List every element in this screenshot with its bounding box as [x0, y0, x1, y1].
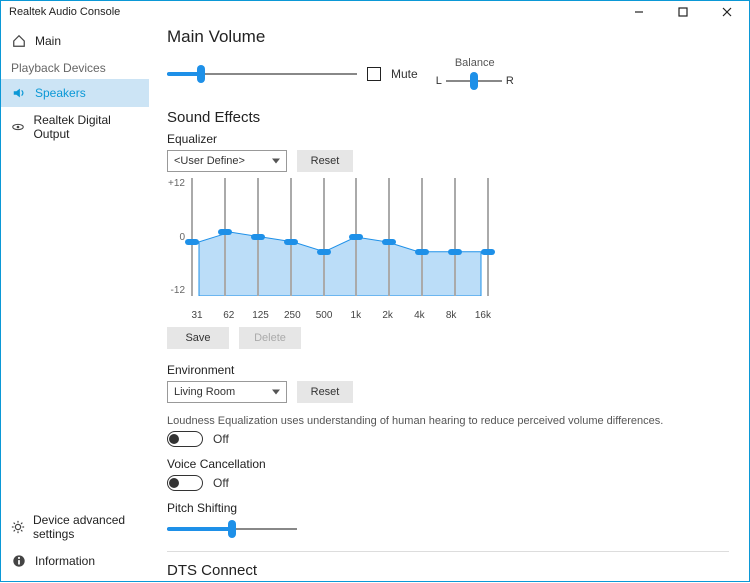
equalizer-preset-select[interactable]: <User Define> [167, 150, 287, 172]
eq-freq-label: 31 [187, 310, 207, 321]
balance-label: Balance [455, 57, 495, 69]
main-volume-slider[interactable] [167, 64, 357, 84]
environment-select[interactable]: Living Room [167, 381, 287, 403]
equalizer-graph [185, 178, 495, 308]
sidebar-section-playback: Playback Devices [1, 55, 149, 79]
eq-band-slider[interactable] [257, 178, 259, 296]
content-area: Main Volume Mute Balance L R [149, 23, 749, 583]
eq-band-slider[interactable] [224, 178, 226, 296]
sidebar-item-label: Realtek Digital Output [33, 113, 139, 141]
sidebar-item-label: Speakers [35, 86, 86, 100]
loudness-state: Off [213, 432, 229, 446]
close-button[interactable] [705, 1, 749, 23]
sidebar-item-information[interactable]: Information [1, 547, 149, 575]
titlebar: Realtek Audio Console [1, 1, 749, 23]
eq-freq-label: 500 [314, 310, 334, 321]
sidebar-item-main[interactable]: Main [1, 27, 149, 55]
eq-freq-label: 250 [282, 310, 302, 321]
eq-freq-label: 125 [251, 310, 271, 321]
gear-icon [11, 519, 25, 535]
window-title: Realtek Audio Console [9, 6, 120, 18]
eq-band-slider[interactable] [487, 178, 489, 296]
eq-scale-mid: 0 [167, 232, 185, 243]
environment-reset-button[interactable]: Reset [297, 381, 353, 403]
sidebar-item-advanced[interactable]: Device advanced settings [1, 507, 149, 547]
environment-label: Environment [167, 363, 729, 377]
sidebar: Main Playback Devices Speakers Realtek D… [1, 23, 149, 583]
balance-slider[interactable] [446, 71, 502, 91]
eq-frequency-labels: 31 62 125 250 500 1k 2k 4k 8k 16k [185, 308, 495, 321]
voice-cancellation-state: Off [213, 476, 229, 490]
eq-band-slider[interactable] [421, 178, 423, 296]
eq-band-slider[interactable] [388, 178, 390, 296]
eq-band-slider[interactable] [290, 178, 292, 296]
eq-freq-label: 8k [441, 310, 461, 321]
voice-cancellation-toggle[interactable] [167, 475, 203, 491]
select-value: <User Define> [174, 155, 245, 167]
sidebar-item-label: Main [35, 34, 61, 48]
eq-fill-area [191, 178, 489, 296]
eq-scale-top: +12 [167, 178, 185, 189]
sidebar-item-label: Device advanced settings [33, 513, 139, 541]
eq-band-slider[interactable] [355, 178, 357, 296]
divider [167, 551, 729, 552]
sound-effects-heading: Sound Effects [167, 109, 729, 126]
speaker-icon [11, 85, 27, 101]
eq-freq-label: 62 [219, 310, 239, 321]
eq-freq-label: 1k [346, 310, 366, 321]
optical-icon [11, 119, 25, 135]
sidebar-item-speakers[interactable]: Speakers [1, 79, 149, 107]
equalizer-delete-button[interactable]: Delete [239, 327, 301, 349]
eq-freq-label: 16k [473, 310, 493, 321]
equalizer-label: Equalizer [167, 132, 729, 146]
loudness-toggle[interactable] [167, 431, 203, 447]
eq-scale-bot: -12 [167, 285, 185, 296]
balance-right-label: R [506, 75, 514, 87]
loudness-description: Loudness Equalization uses understanding… [167, 415, 729, 427]
maximize-button[interactable] [661, 1, 705, 23]
info-icon [11, 553, 27, 569]
minimize-button[interactable] [617, 1, 661, 23]
sidebar-item-digital-output[interactable]: Realtek Digital Output [1, 107, 149, 147]
mute-label: Mute [391, 67, 418, 81]
equalizer-reset-button[interactable]: Reset [297, 150, 353, 172]
equalizer-save-button[interactable]: Save [167, 327, 229, 349]
eq-band-slider[interactable] [454, 178, 456, 296]
eq-band-slider[interactable] [191, 178, 193, 296]
select-value: Living Room [174, 386, 235, 398]
sidebar-item-label: Information [35, 554, 95, 568]
mute-checkbox[interactable] [367, 67, 381, 81]
pitch-shifting-slider[interactable] [167, 519, 297, 539]
eq-freq-label: 4k [409, 310, 429, 321]
balance-left-label: L [436, 75, 442, 87]
main-volume-heading: Main Volume [167, 27, 729, 47]
voice-cancellation-label: Voice Cancellation [167, 457, 729, 471]
eq-band-slider[interactable] [323, 178, 325, 296]
home-icon [11, 33, 27, 49]
dts-connect-heading: DTS Connect [167, 562, 729, 579]
pitch-shifting-label: Pitch Shifting [167, 501, 729, 515]
eq-freq-label: 2k [378, 310, 398, 321]
